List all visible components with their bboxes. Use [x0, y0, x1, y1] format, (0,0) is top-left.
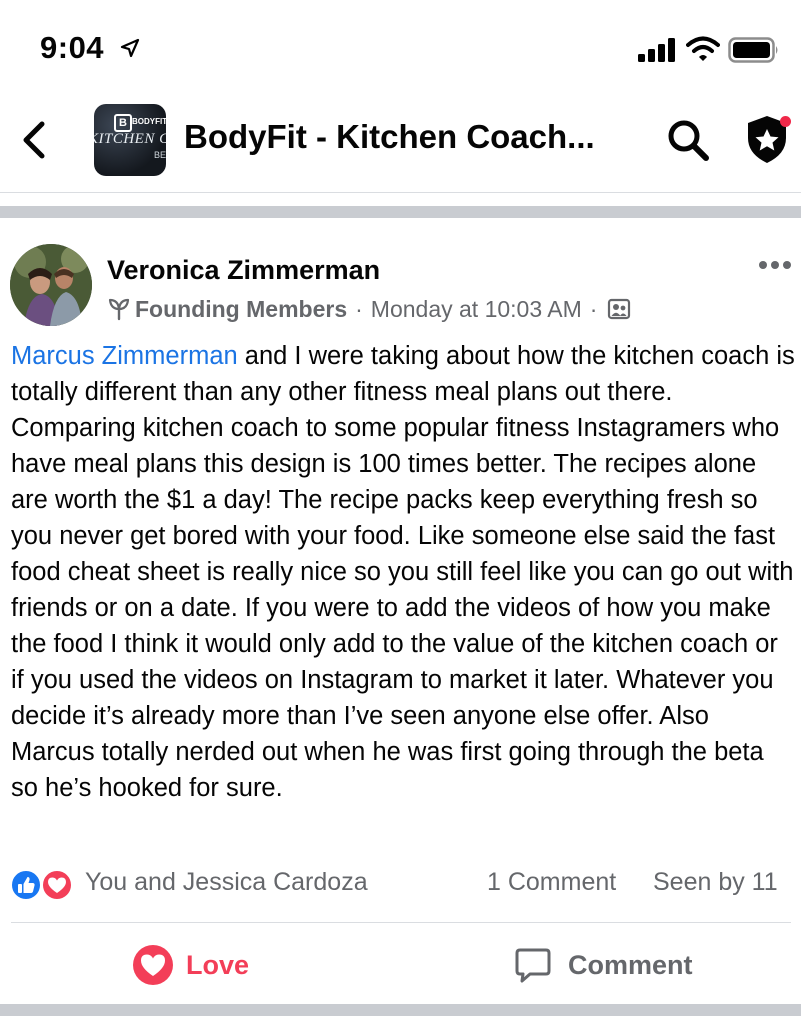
love-reaction-icon [41, 869, 73, 901]
reactions-names[interactable]: You and Jessica Cardoza [85, 868, 368, 897]
avatar[interactable] [10, 244, 92, 326]
group-thumbnail[interactable]: B BODYFIT KITCHEN COACH BE [94, 104, 166, 176]
search-icon[interactable] [666, 118, 710, 162]
status-time: 9:04 [40, 30, 105, 65]
member-badge[interactable]: Founding Members [135, 296, 347, 323]
love-button[interactable]: Love [132, 942, 249, 988]
comment-label: Comment [568, 949, 693, 980]
comments-count[interactable]: 1 Comment [487, 868, 616, 897]
meta-separator: · [589, 295, 598, 322]
comment-button[interactable]: Comment [514, 942, 693, 988]
header-divider [0, 192, 801, 193]
wifi-icon [686, 36, 720, 61]
more-dots-icon[interactable] [758, 258, 792, 272]
back-chevron-icon[interactable] [18, 120, 54, 160]
mention-link[interactable]: Marcus Zimmerman [11, 342, 238, 370]
seen-by[interactable]: Seen by 11 [653, 868, 778, 897]
group-title[interactable]: BodyFit - Kitchen Coach... [184, 118, 595, 156]
post-text: and I were taking about how the kitchen … [11, 342, 795, 802]
thumbnail-logo-text: KITCHEN COACH [94, 131, 166, 147]
thumbnail-logo-suffix: BE [154, 150, 166, 160]
comment-icon [515, 948, 551, 983]
location-arrow-icon [120, 38, 140, 58]
post-timestamp[interactable]: Monday at 10:03 AM [371, 296, 582, 323]
thumbnail-logo-brand: BODYFIT [132, 117, 166, 126]
reactions-summary[interactable] [10, 868, 78, 902]
feed-separator [0, 206, 801, 218]
thumbnail-logo-mark: B [114, 114, 132, 132]
actions-divider [11, 922, 791, 923]
post-body: Marcus Zimmerman and I were taking about… [11, 338, 796, 806]
meta-separator: · [355, 295, 363, 322]
avatar-photo [10, 244, 92, 326]
love-icon [133, 945, 173, 985]
post-meta: Founding Members · Monday at 10:03 AM · [107, 293, 631, 325]
notification-dot [780, 116, 791, 127]
sprout-icon [108, 298, 130, 321]
battery-icon [728, 37, 778, 63]
feed-separator [0, 1004, 801, 1016]
cellular-signal-icon [638, 38, 675, 62]
like-reaction-icon [10, 869, 42, 901]
post-author[interactable]: Veronica Zimmerman [107, 255, 380, 286]
love-label: Love [186, 949, 250, 980]
members-audience-icon [608, 298, 631, 320]
